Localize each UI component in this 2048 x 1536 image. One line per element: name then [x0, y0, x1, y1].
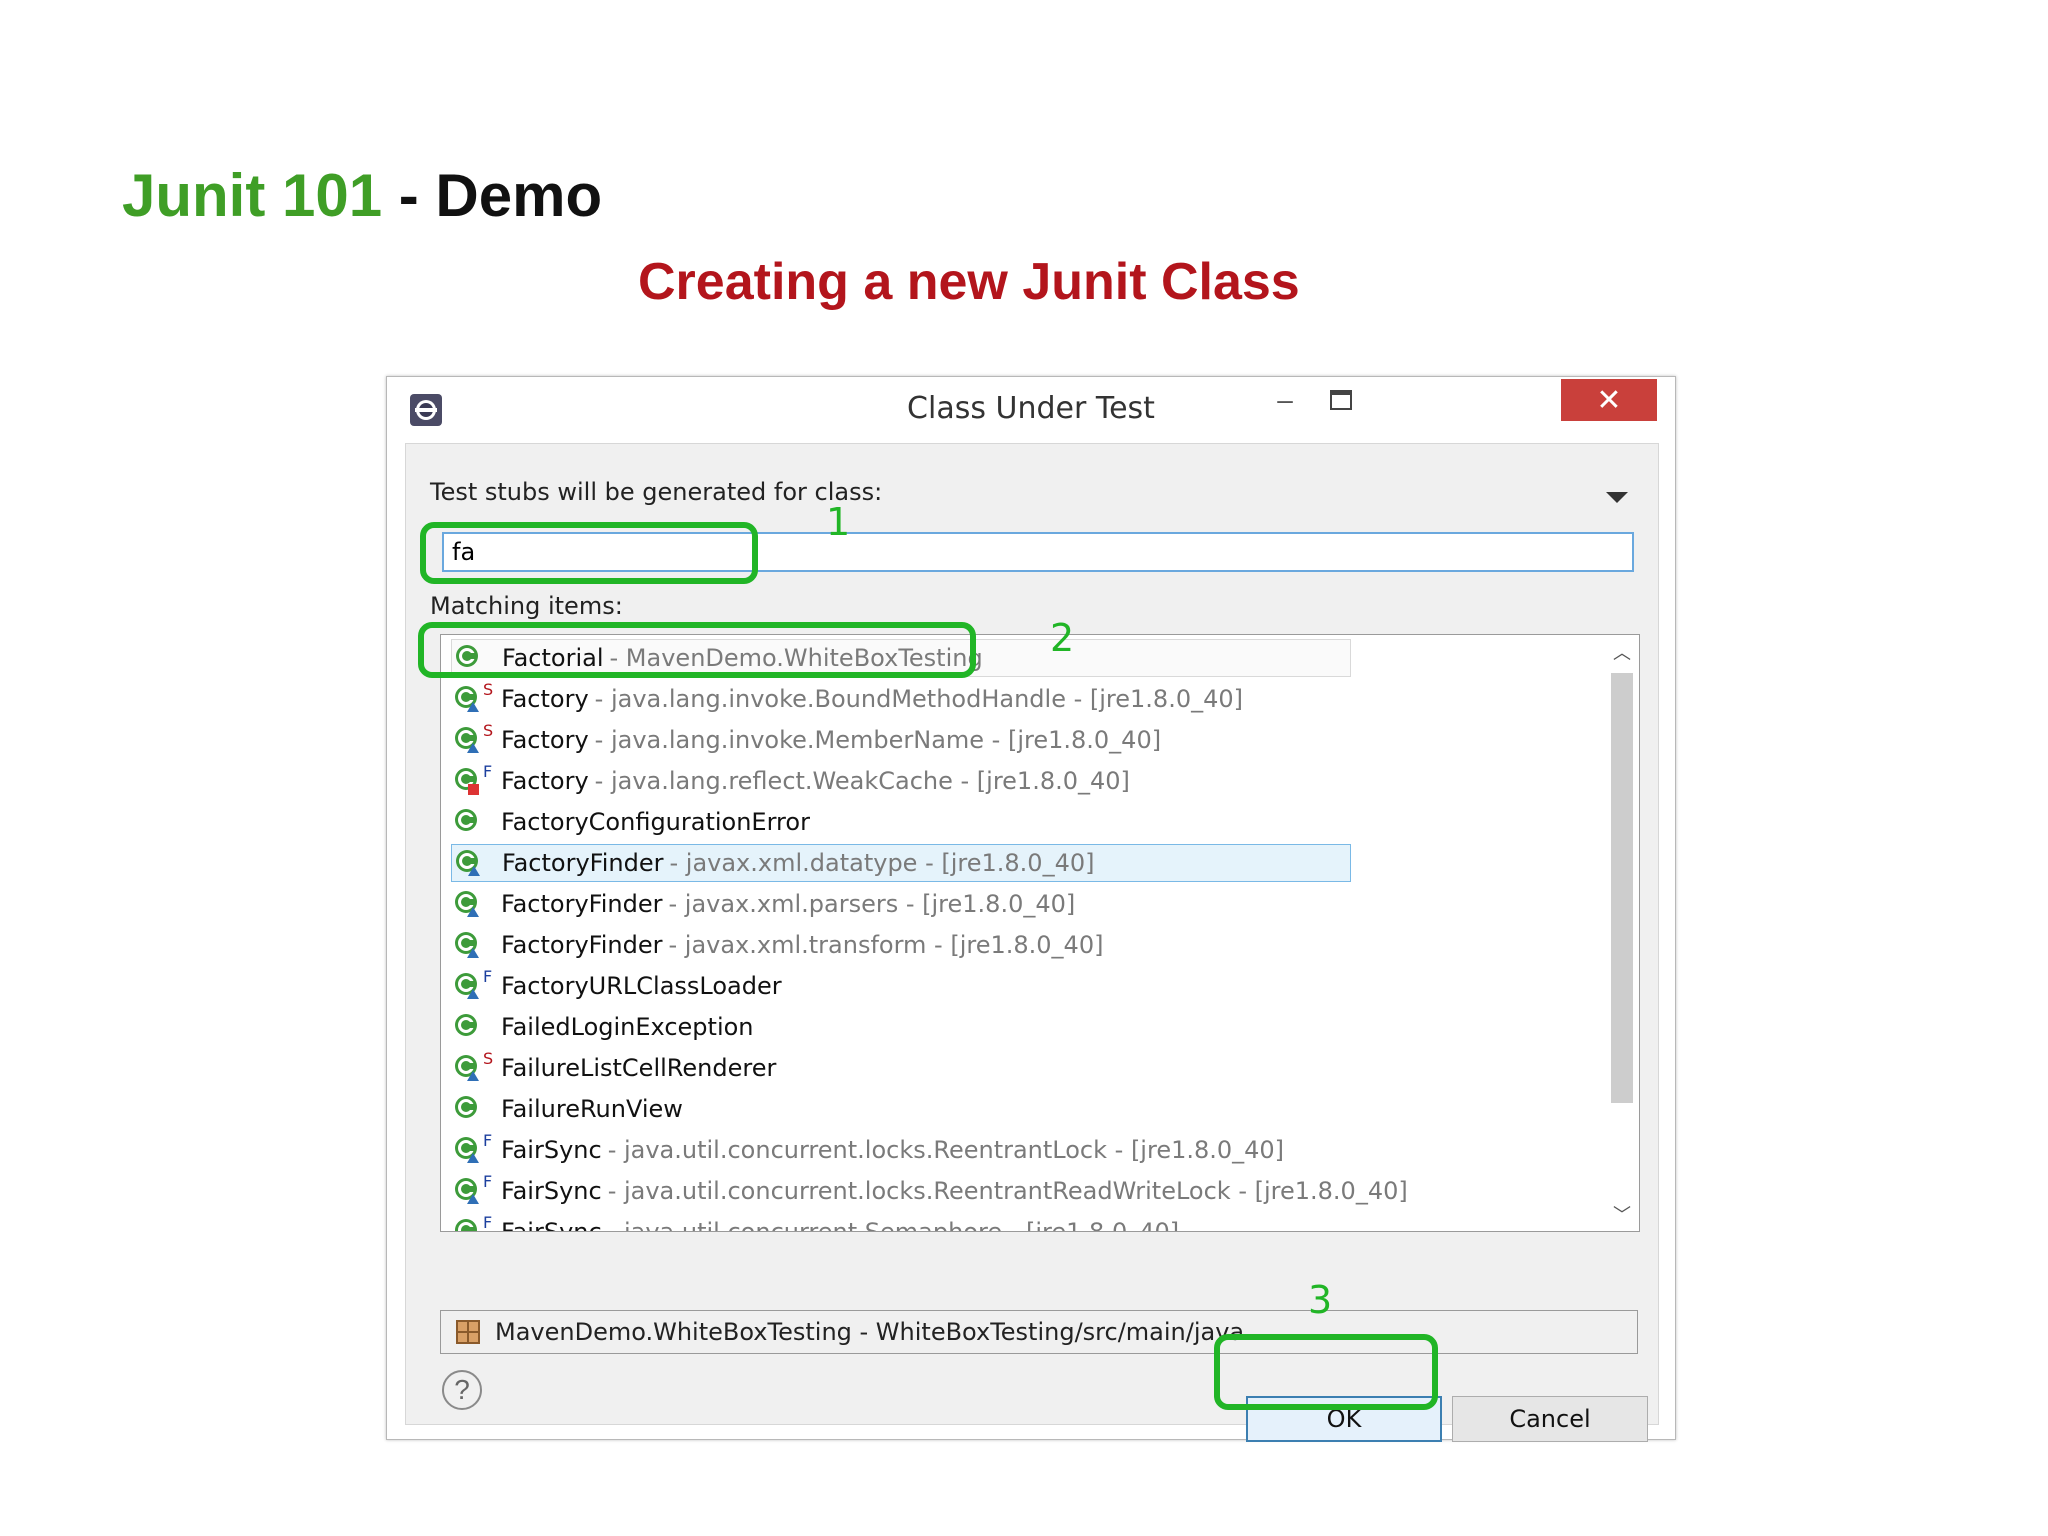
modifier-badge: S [483, 1049, 494, 1068]
jre-class-icon: F [451, 1213, 492, 1231]
matching-items-list[interactable]: F FairSync - java.util.concurrent.Semaphor… [440, 634, 1640, 1232]
scrollbar-thumb[interactable] [1611, 673, 1633, 1103]
jre-class-icon: F [451, 1131, 492, 1167]
list-item-name: Factorial [502, 644, 604, 672]
maximize-icon [1330, 390, 1352, 410]
jre-class-icon: S [451, 1049, 493, 1085]
list-item-name: FailureListCellRenderer [501, 1054, 777, 1082]
view-menu-arrow-icon[interactable] [1606, 492, 1628, 503]
list-item-name: FairSync [501, 1136, 602, 1164]
maximize-button[interactable] [1313, 381, 1369, 419]
dialog-titlebar[interactable]: Class Under Test – ✕ [387, 377, 1675, 441]
jre-class-icon [451, 928, 485, 962]
class-icon [452, 641, 486, 675]
list-item-name: Factory [501, 685, 589, 713]
list-item-qualifier: - java.util.concurrent.locks.ReentrantRe… [607, 1177, 1408, 1205]
package-icon [456, 1320, 480, 1344]
slide-subtitle: Creating a new Junit Class [638, 253, 1300, 311]
list-item-name: FactoryFinder [502, 849, 664, 877]
class-under-test-dialog: Class Under Test – ✕ Test stubs will be … [386, 376, 1676, 1442]
list-scrollbar[interactable]: ︿ ﹀ [1605, 635, 1639, 1231]
list-item-qualifier: - java.lang.invoke.BoundMethodHandle - [… [594, 685, 1243, 713]
matching-items-label: Matching items: [430, 592, 623, 620]
list-item[interactable]: F FairSync - java.util.concurrent.Semaphor… [451, 1213, 1351, 1232]
class-search-input[interactable] [444, 534, 1632, 570]
list-item-name: FactoryFinder [501, 931, 663, 959]
cancel-button[interactable]: Cancel [1452, 1396, 1648, 1442]
class-icon [451, 805, 485, 839]
list-item-name: FairSync [501, 1218, 602, 1232]
package-field: MavenDemo.WhiteBoxTesting - WhiteBoxTest… [440, 1310, 1638, 1354]
class-icon [451, 1092, 485, 1126]
list-item-name: FairSync [501, 1177, 602, 1205]
list-item-qualifier: - java.util.concurrent.Semaphore - [jre1… [607, 1218, 1180, 1232]
slide-title-demo: - Demo [382, 162, 603, 229]
list-item[interactable]: FactoryFinder - javax.xml.transform - [jr… [451, 926, 1351, 964]
list-item[interactable]: F Factory - java.lang.reflect.WeakCache - … [451, 762, 1351, 800]
list-item-name: FailedLoginException [501, 1013, 754, 1041]
jre-class-icon: F [451, 967, 492, 1003]
minimize-button[interactable]: – [1257, 381, 1313, 419]
list-item[interactable]: S Factory - java.lang.invoke.BoundMethodHa… [451, 680, 1351, 718]
list-item-qualifier: - javax.xml.transform - [jre1.8.0_40] [668, 931, 1104, 959]
list-item-qualifier: - javax.xml.parsers - [jre1.8.0_40] [668, 890, 1076, 918]
modifier-badge: S [483, 721, 494, 740]
list-item-qualifier: - java.lang.reflect.WeakCache - [jre1.8.… [594, 767, 1130, 795]
list-item-qualifier: - MavenDemo.WhiteBoxTesting [609, 644, 983, 672]
list-item-name: FactoryConfigurationError [501, 808, 810, 836]
list-item-qualifier: - java.lang.invoke.MemberName - [jre1.8.… [594, 726, 1162, 754]
list-item[interactable]: FactoryConfigurationError [451, 803, 1351, 841]
step3-number: 3 [1308, 1278, 1333, 1322]
list-item[interactable]: S FailureListCellRenderer [451, 1049, 1351, 1087]
scroll-down-icon[interactable]: ﹀ [1605, 1197, 1639, 1231]
jre-class-icon: S [451, 680, 493, 716]
modifier-badge: F [483, 762, 493, 781]
help-icon[interactable]: ? [442, 1370, 482, 1410]
step2-number: 2 [1050, 616, 1075, 660]
list-item[interactable]: F FactoryURLClassLoader [451, 967, 1351, 1005]
jre-class-icon [451, 887, 485, 921]
step1-number: 1 [826, 500, 851, 544]
dialog-content: Test stubs will be generated for class: … [405, 443, 1659, 1442]
jre-class-icon [452, 846, 486, 880]
close-button[interactable]: ✕ [1561, 379, 1657, 421]
jre-private-class-icon: F [451, 762, 492, 798]
list-item-name: Factory [501, 767, 589, 795]
list-item[interactable]: F FairSync - java.util.concurrent.locks.Re… [451, 1131, 1351, 1169]
list-item[interactable]: S Factory - java.lang.invoke.MemberName - … [451, 721, 1351, 759]
package-path: MavenDemo.WhiteBoxTesting - WhiteBoxTest… [495, 1318, 1245, 1346]
slide-title-junit: Junit 101 [122, 162, 383, 229]
list-item-name: FactoryURLClassLoader [501, 972, 782, 1000]
list-item-qualifier: - javax.xml.datatype - [jre1.8.0_40] [669, 849, 1095, 877]
list-item-name: FactoryFinder [501, 890, 663, 918]
list-item[interactable]: F FairSync - java.util.concurrent.locks.Re… [451, 1172, 1408, 1210]
jre-class-icon: S [451, 721, 493, 757]
ok-button[interactable]: OK [1246, 1396, 1442, 1442]
modifier-badge: F [483, 1213, 493, 1232]
list-item[interactable]: FailedLoginException [451, 1008, 1351, 1046]
slide-title: Junit 101 - Demo [122, 160, 602, 232]
scroll-up-icon[interactable]: ︿ [1605, 635, 1639, 669]
list-item-name: FailureRunView [501, 1095, 683, 1123]
class-icon [451, 1010, 485, 1044]
jre-class-icon: F [451, 1172, 492, 1208]
list-item[interactable]: Factorial - MavenDemo.WhiteBoxTesting [451, 639, 1351, 677]
modifier-badge: F [483, 1172, 493, 1191]
list-item-name: Factory [501, 726, 589, 754]
list-item-qualifier: - java.util.concurrent.locks.ReentrantLo… [607, 1136, 1285, 1164]
modifier-badge: F [483, 967, 493, 986]
class-search-field[interactable] [442, 532, 1634, 572]
list-item[interactable]: FactoryFinder - javax.xml.parsers - [jre1… [451, 885, 1351, 923]
dialog-title: Class Under Test [907, 391, 1155, 426]
list-item[interactable]: FailureRunView [451, 1090, 1351, 1128]
list-item[interactable]: FactoryFinder - javax.xml.datatype - [jre… [451, 844, 1351, 882]
class-label: Test stubs will be generated for class: [430, 478, 883, 506]
modifier-badge: S [483, 680, 494, 699]
modifier-badge: F [483, 1131, 493, 1150]
